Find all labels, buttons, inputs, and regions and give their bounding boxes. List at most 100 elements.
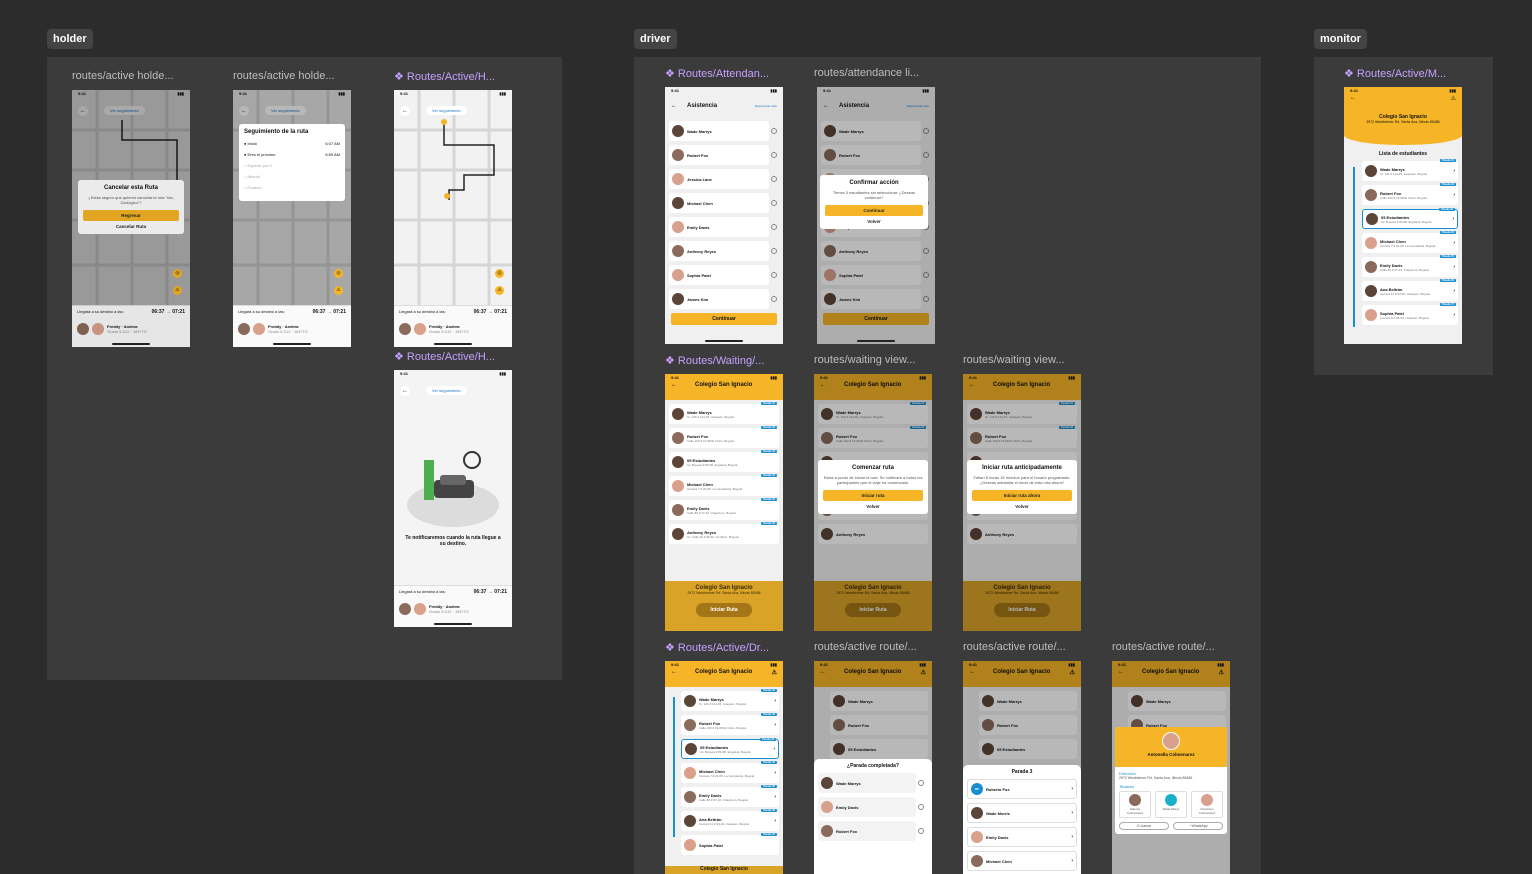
holder-tracking-frame[interactable]: ← Ver seguimiento 9:41 ▮▮▮ Seguimiento de… — [233, 90, 351, 347]
alert-fab[interactable]: ⚠ — [495, 286, 504, 295]
monitor-frame[interactable]: 9:41 ▮▮▮ ← ⚠ Colegio San Ignacio 2972 West… — [1344, 87, 1462, 344]
list-item[interactable]: Emily Davis — [669, 217, 777, 237]
start-route-confirm-button[interactable]: Iniciar ruta — [823, 490, 923, 501]
back-icon[interactable]: ← — [400, 386, 410, 396]
holder-active-map-frame[interactable]: ← Ver seguimiento 9:41 ▮▮▮ ◎ ⚠ Llegará a … — [394, 90, 512, 347]
select-all-link[interactable]: Seleccionar todo — [755, 104, 777, 108]
frame-label[interactable]: routes/active holde... — [233, 70, 353, 82]
list-item[interactable]: Jessica Lane — [669, 169, 777, 189]
attendance-confirm-frame[interactable]: 9:41 ▮▮▮ ← Asistencia Seleccionar todo Wad… — [817, 87, 935, 344]
section-tag-holder[interactable]: holder — [47, 29, 93, 49]
attendance-frame[interactable]: 9:41 ▮▮▮ ← Asistencia Seleccionar todo Wad… — [665, 87, 783, 344]
list-item[interactable]: Robert Fox — [669, 145, 777, 165]
frame-label[interactable]: routes/waiting view... — [814, 354, 934, 366]
stop-completed-frame[interactable]: 9:41 ▮▮▮ ← Colegio San Ignacio ⚠ Wade Marry… — [814, 661, 932, 874]
frame-label[interactable]: ❖ Routes/Active/H... — [394, 70, 514, 83]
stop-card[interactable]: Emily Davis Calle 80 # 27-32, Chapinero, … — [681, 785, 779, 807]
section-tag-driver[interactable]: driver — [634, 29, 677, 49]
view-tracking-pill[interactable]: Ver seguimiento — [426, 386, 467, 395]
frame-label[interactable]: routes/attendance li... — [814, 67, 934, 79]
back-icon[interactable]: ← — [671, 669, 677, 676]
back-icon[interactable]: ← — [671, 382, 677, 388]
holder-notify-frame[interactable]: 9:41 ▮▮▮ ← Ver seguimiento Te notificarem… — [394, 370, 512, 627]
frame-label[interactable]: routes/active holde... — [72, 70, 192, 82]
stop-card[interactable]: 05 Estudiantes Av. Boyacá # 80-98, Engati… — [1362, 208, 1458, 229]
view-tracking-pill[interactable]: Ver seguimiento — [426, 106, 467, 115]
back-button[interactable]: Volver — [825, 219, 923, 224]
car-illustration — [407, 451, 499, 527]
stop-card[interactable]: Sophia Patel Carrera 9 # 98-33, Usaquén, … — [1362, 303, 1458, 325]
list-item[interactable]: Michael Chen — [669, 193, 777, 213]
stop-card[interactable]: Robert Fox Calle 100 # 19-08 El Chicó, Bo… — [669, 426, 779, 448]
list-item[interactable]: Anthony Reyes — [669, 241, 777, 261]
stop-card[interactable]: Michael Chen Carrera 7 # 24-05, La Candel… — [681, 761, 779, 783]
waiting-start-modal-frame[interactable]: 9:41 ▮▮▮ ← Colegio San Ignacio Wade Marrys… — [814, 374, 932, 631]
list-item[interactable]: James Kim — [669, 289, 777, 309]
frame-label[interactable]: ❖ Routes/Active/M... — [1344, 67, 1464, 80]
stop-card[interactable]: Wade Marrys Cr. 12b # 114-45, Usaquén, Bo… — [681, 689, 779, 711]
frame-label[interactable]: routes/waiting view... — [963, 354, 1083, 366]
contact-frame[interactable]: 9:41 ▮▮▮ ← Colegio San Ignacio ⚠ Wade Marry… — [1112, 661, 1230, 874]
stop-card[interactable]: Robert Fox Calle 100 # 19-08 El Chicó, Bo… — [1362, 183, 1458, 205]
frame-label[interactable]: ❖ Routes/Attendan... — [665, 67, 785, 80]
list-item[interactable]: Sophia Patel — [669, 265, 777, 285]
frame-label[interactable]: ❖ Routes/Active/Dr... — [665, 641, 785, 654]
list-item[interactable]: Michael Chen › — [967, 851, 1077, 871]
list-item[interactable]: RF Roberto Fox › — [967, 779, 1077, 799]
titular-card[interactable]: Wade Marys — [1155, 791, 1187, 818]
start-route-button[interactable]: Iniciar Ruta — [696, 603, 752, 617]
list-item[interactable]: Emily Davis — [818, 797, 924, 817]
back-icon[interactable]: ← — [400, 106, 410, 116]
stop-card[interactable]: Anthony Reyes Av. Calle 26 # 69-40, Fonti… — [669, 522, 779, 544]
frame-label[interactable]: routes/active route/... — [1112, 641, 1232, 653]
list-item[interactable]: Robert Fox — [818, 821, 924, 841]
list-item[interactable]: Emily Davis › — [967, 827, 1077, 847]
frame-label[interactable]: ❖ Routes/Waiting/... — [665, 354, 785, 367]
stop-card[interactable]: Emily Davis Calle 80 # 27-32, Chapinero, … — [669, 498, 779, 520]
cancel-route-button[interactable]: Cancelar Ruta — [83, 224, 179, 229]
return-button[interactable]: Regresar — [83, 210, 179, 221]
back-icon[interactable]: ← — [1350, 95, 1356, 102]
eta-panel: Llegará a su destino a las: 06:37 → 07:21… — [394, 585, 512, 627]
alert-fab[interactable]: ⚠ — [173, 286, 182, 295]
section-tag-monitor[interactable]: monitor — [1314, 29, 1367, 49]
location-fab[interactable]: ◎ — [334, 269, 343, 278]
stop-card[interactable]: Emily Davis Calle 80 # 27-32, Chapinero, … — [1362, 255, 1458, 277]
frame-label[interactable]: ❖ Routes/Active/H... — [394, 350, 514, 363]
stop-card[interactable]: Ana Beltrán Carrera 11 # 93-40, Usaquén, … — [1362, 279, 1458, 301]
alert-icon[interactable]: ⚠ — [772, 669, 777, 676]
stop-card[interactable]: Michael Chen Carrera 7 # 24-05, La Candel… — [1362, 231, 1458, 253]
confirm-continue-button[interactable]: Continuar — [825, 205, 923, 216]
location-fab[interactable]: ◎ — [495, 269, 504, 278]
titular-card[interactable]: Salomé Colmenarez — [1119, 791, 1151, 818]
frame-label[interactable]: routes/active route/... — [814, 641, 934, 653]
back-icon[interactable]: ← — [671, 103, 677, 109]
holder-cancel-frame[interactable]: ← Ver seguimiento 9:41 ▮▮▮ Cancelar esta … — [72, 90, 190, 347]
stop-card[interactable]: Robert Fox Calle 100 # 19-08 El Chicó, Bo… — [681, 713, 779, 735]
waiting-early-modal-frame[interactable]: 9:41 ▮▮▮ ← Colegio San Ignacio Wade Marrys… — [963, 374, 1081, 631]
stop-card[interactable]: Sophia Patel Parada 07 — [681, 833, 779, 855]
stop-card[interactable]: Wade Marrys Cr. 12b # 114-45, Usaquén, Bo… — [1362, 159, 1458, 181]
frame-label[interactable]: routes/active route/... — [963, 641, 1083, 653]
back-button[interactable]: Volver — [972, 504, 1072, 509]
stop-card[interactable]: Ana Beltrán Carrera 11 # 93-40, Usaquén, … — [681, 809, 779, 831]
location-fab[interactable]: ◎ — [173, 269, 182, 278]
titular-card[interactable]: Francisco Colmenarez — [1191, 791, 1223, 818]
call-button[interactable]: ✆ Llamar — [1119, 822, 1169, 830]
list-item[interactable]: Wade Marrys — [818, 773, 924, 793]
start-now-button[interactable]: Iniciar ruta ahora — [972, 490, 1072, 501]
list-item[interactable]: Wade Morris › — [967, 803, 1077, 823]
active-driver-frame[interactable]: 9:41 ▮▮▮ ← Colegio San Ignacio ⚠ Wade Marry… — [665, 661, 783, 874]
continue-button[interactable]: Continuar — [671, 313, 777, 325]
stop-card[interactable]: Michael Chen Carrera 7 # 24-05, La Candel… — [669, 474, 779, 496]
waiting-frame[interactable]: 9:41 ▮▮▮ ← Colegio San Ignacio Wade Marrys… — [665, 374, 783, 631]
whatsapp-button[interactable]: ◔ WhatsApp — [1173, 822, 1223, 830]
alert-icon[interactable]: ⚠ — [1451, 95, 1456, 102]
back-button[interactable]: Volver — [823, 504, 923, 509]
stop-card[interactable]: Wade Marrys Cr. 12b # 114-45, Usaquén, Bo… — [669, 402, 779, 424]
stop-card[interactable]: 05 Estudiantes Av. Boyacá # 80-98, Engati… — [669, 450, 779, 472]
stop-detail-frame[interactable]: 9:41 ▮▮▮ ← Colegio San Ignacio ⚠ Wade Marry… — [963, 661, 1081, 874]
alert-fab[interactable]: ⚠ — [334, 286, 343, 295]
stop-card[interactable]: 05 Estudiantes Av. Boyacá # 80-98, Engati… — [681, 738, 779, 759]
list-item[interactable]: Wade Marrys — [669, 121, 777, 141]
